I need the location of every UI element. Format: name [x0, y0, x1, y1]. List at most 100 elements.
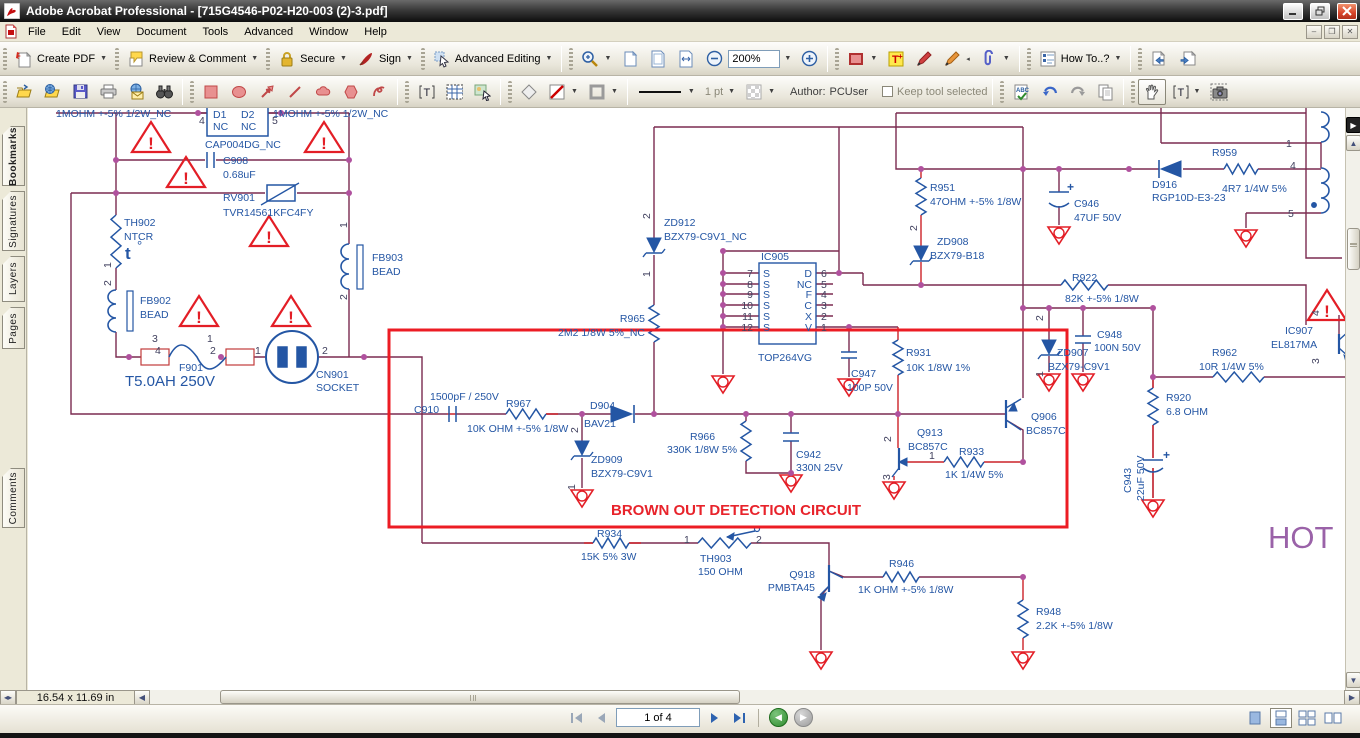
toolbar-grip[interactable]: [1000, 81, 1004, 103]
previous-page-icon[interactable]: [592, 709, 610, 727]
single-page-layout-icon[interactable]: [1244, 708, 1266, 728]
square-markup-button[interactable]: [197, 79, 225, 105]
hand-tool-button[interactable]: [1138, 79, 1166, 105]
pane-toggle-icon[interactable]: ▶: [1346, 117, 1360, 133]
sidebar-tab-pages[interactable]: Pages: [2, 307, 25, 349]
menu-advanced[interactable]: Advanced: [236, 24, 301, 40]
how-to-button[interactable]: How To..?▼: [1034, 46, 1127, 72]
search-button[interactable]: [150, 79, 178, 105]
toolbar-grip[interactable]: [190, 81, 194, 103]
dropdown-icon[interactable]: ▼: [604, 55, 611, 62]
fit-width-button[interactable]: [672, 46, 700, 72]
last-page-icon[interactable]: [730, 709, 748, 727]
fill-color-button[interactable]: ▼: [583, 79, 623, 105]
continuous-facing-layout-icon[interactable]: [1296, 708, 1318, 728]
pencil-tool-button[interactable]: [910, 46, 938, 72]
review-comment-button[interactable]: Review & Comment▼: [122, 46, 263, 72]
scroll-down-icon[interactable]: ▼: [1346, 672, 1360, 688]
scroll-up-icon[interactable]: ▲: [1346, 135, 1360, 151]
opacity-button[interactable]: ▼: [740, 79, 780, 105]
toolbar-grip[interactable]: [508, 81, 512, 103]
close-button[interactable]: [1337, 3, 1357, 20]
toolbar-grip[interactable]: [835, 48, 839, 70]
sign-button[interactable]: Sign▼: [352, 46, 418, 72]
dropdown-icon[interactable]: ▼: [340, 55, 347, 62]
sidebar-tab-layers[interactable]: Layers: [2, 256, 25, 302]
doc-restore-button[interactable]: ❐: [1324, 25, 1340, 39]
menu-view[interactable]: View: [89, 24, 129, 40]
toolbar-grip[interactable]: [1027, 48, 1031, 70]
dropdown-icon[interactable]: ▼: [688, 88, 695, 95]
arrow-markup-button[interactable]: [253, 79, 281, 105]
page-number-input[interactable]: [616, 708, 700, 727]
first-page-icon[interactable]: [568, 709, 586, 727]
zoom-out-button[interactable]: [700, 46, 728, 72]
prev-doc-button[interactable]: [1173, 46, 1201, 72]
fit-page-button[interactable]: [644, 46, 672, 72]
previous-view-button[interactable]: ◀: [769, 708, 788, 727]
toolbar-grip[interactable]: [1138, 48, 1142, 70]
undo-button[interactable]: [1035, 79, 1063, 105]
doc-minimize-button[interactable]: –: [1306, 25, 1322, 39]
line-style-button[interactable]: ▼: [632, 83, 700, 101]
document-canvas[interactable]: !!!!!!! 1MOHM +-5% 1/2W_NC1MOHM +-5% 1/2…: [28, 108, 1345, 690]
restore-button[interactable]: [1310, 3, 1330, 20]
select-text-button[interactable]: T▼: [1166, 79, 1206, 105]
dropdown-icon[interactable]: ▼: [406, 55, 413, 62]
dropdown-icon[interactable]: ▼: [768, 88, 775, 95]
line-markup-button[interactable]: [281, 79, 309, 105]
line-color-button[interactable]: ▼: [543, 79, 583, 105]
next-view-button[interactable]: ▶: [794, 708, 813, 727]
advanced-editing-button[interactable]: Advanced Editing▼: [428, 46, 558, 72]
stamp-style-button[interactable]: [515, 79, 543, 105]
dropdown-icon[interactable]: ▼: [251, 55, 258, 62]
dropdown-icon[interactable]: ▼: [546, 55, 553, 62]
menu-tools[interactable]: Tools: [195, 24, 237, 40]
dropdown-icon[interactable]: ▼: [571, 88, 578, 95]
cloud-markup-button[interactable]: [309, 79, 337, 105]
hscroll-thumb[interactable]: [220, 690, 740, 704]
create-pdf-button[interactable]: Create PDF▼: [10, 46, 112, 72]
toolbar-grip[interactable]: [405, 81, 409, 103]
toolbar-grip[interactable]: [115, 48, 119, 70]
email-button[interactable]: [122, 79, 150, 105]
zoom-in-button[interactable]: [795, 46, 823, 72]
table-select-button[interactable]: [440, 79, 468, 105]
secure-button[interactable]: Secure▼: [273, 46, 352, 72]
next-page-icon[interactable]: [706, 709, 724, 727]
spellcheck-button[interactable]: ABC: [1007, 79, 1035, 105]
redo-button[interactable]: [1063, 79, 1091, 105]
save-button[interactable]: [66, 79, 94, 105]
vscroll-thumb[interactable]: [1347, 228, 1360, 270]
dropdown-icon[interactable]: ▼: [611, 88, 618, 95]
continuous-layout-icon[interactable]: [1270, 708, 1292, 728]
copy-button[interactable]: [1091, 79, 1119, 105]
open-button[interactable]: [10, 79, 38, 105]
toolbar-grip[interactable]: [3, 81, 7, 103]
sidebar-tab-bookmarks[interactable]: Bookmarks: [2, 126, 25, 186]
highlight-pencil-button[interactable]: ◂: [938, 46, 975, 72]
collapse-icon[interactable]: ◂: [966, 55, 970, 63]
snapshot-button[interactable]: [1205, 79, 1233, 105]
zoom-level-input[interactable]: [728, 50, 780, 68]
polygon-markup-button[interactable]: [337, 79, 365, 105]
zoom-dropdown-icon[interactable]: ▼: [784, 55, 791, 62]
keep-tool-checkbox-row[interactable]: Keep tool selected: [882, 86, 988, 98]
dropdown-icon[interactable]: ▼: [1114, 55, 1121, 62]
title-bar[interactable]: Adobe Acrobat Professional - [715G4546-P…: [0, 0, 1360, 22]
menu-document[interactable]: Document: [128, 24, 194, 40]
zoom-in-tool-button[interactable]: ▼: [576, 46, 616, 72]
toolbar-grip[interactable]: [3, 48, 7, 70]
dropdown-icon[interactable]: ▼: [870, 55, 877, 62]
keep-tool-checkbox[interactable]: [882, 86, 893, 97]
menu-window[interactable]: Window: [301, 24, 356, 40]
touchup-object-button[interactable]: [468, 79, 496, 105]
dropdown-icon[interactable]: ▼: [728, 88, 735, 95]
sidebar-tab-comments[interactable]: Comments: [2, 468, 25, 528]
menu-edit[interactable]: Edit: [54, 24, 89, 40]
doc-close-button[interactable]: ✕: [1342, 25, 1358, 39]
dropdown-icon[interactable]: ▼: [100, 55, 107, 62]
print-button[interactable]: [94, 79, 122, 105]
touchup-text-button[interactable]: T: [412, 79, 440, 105]
line-weight-select[interactable]: 1 pt▼: [700, 82, 740, 102]
